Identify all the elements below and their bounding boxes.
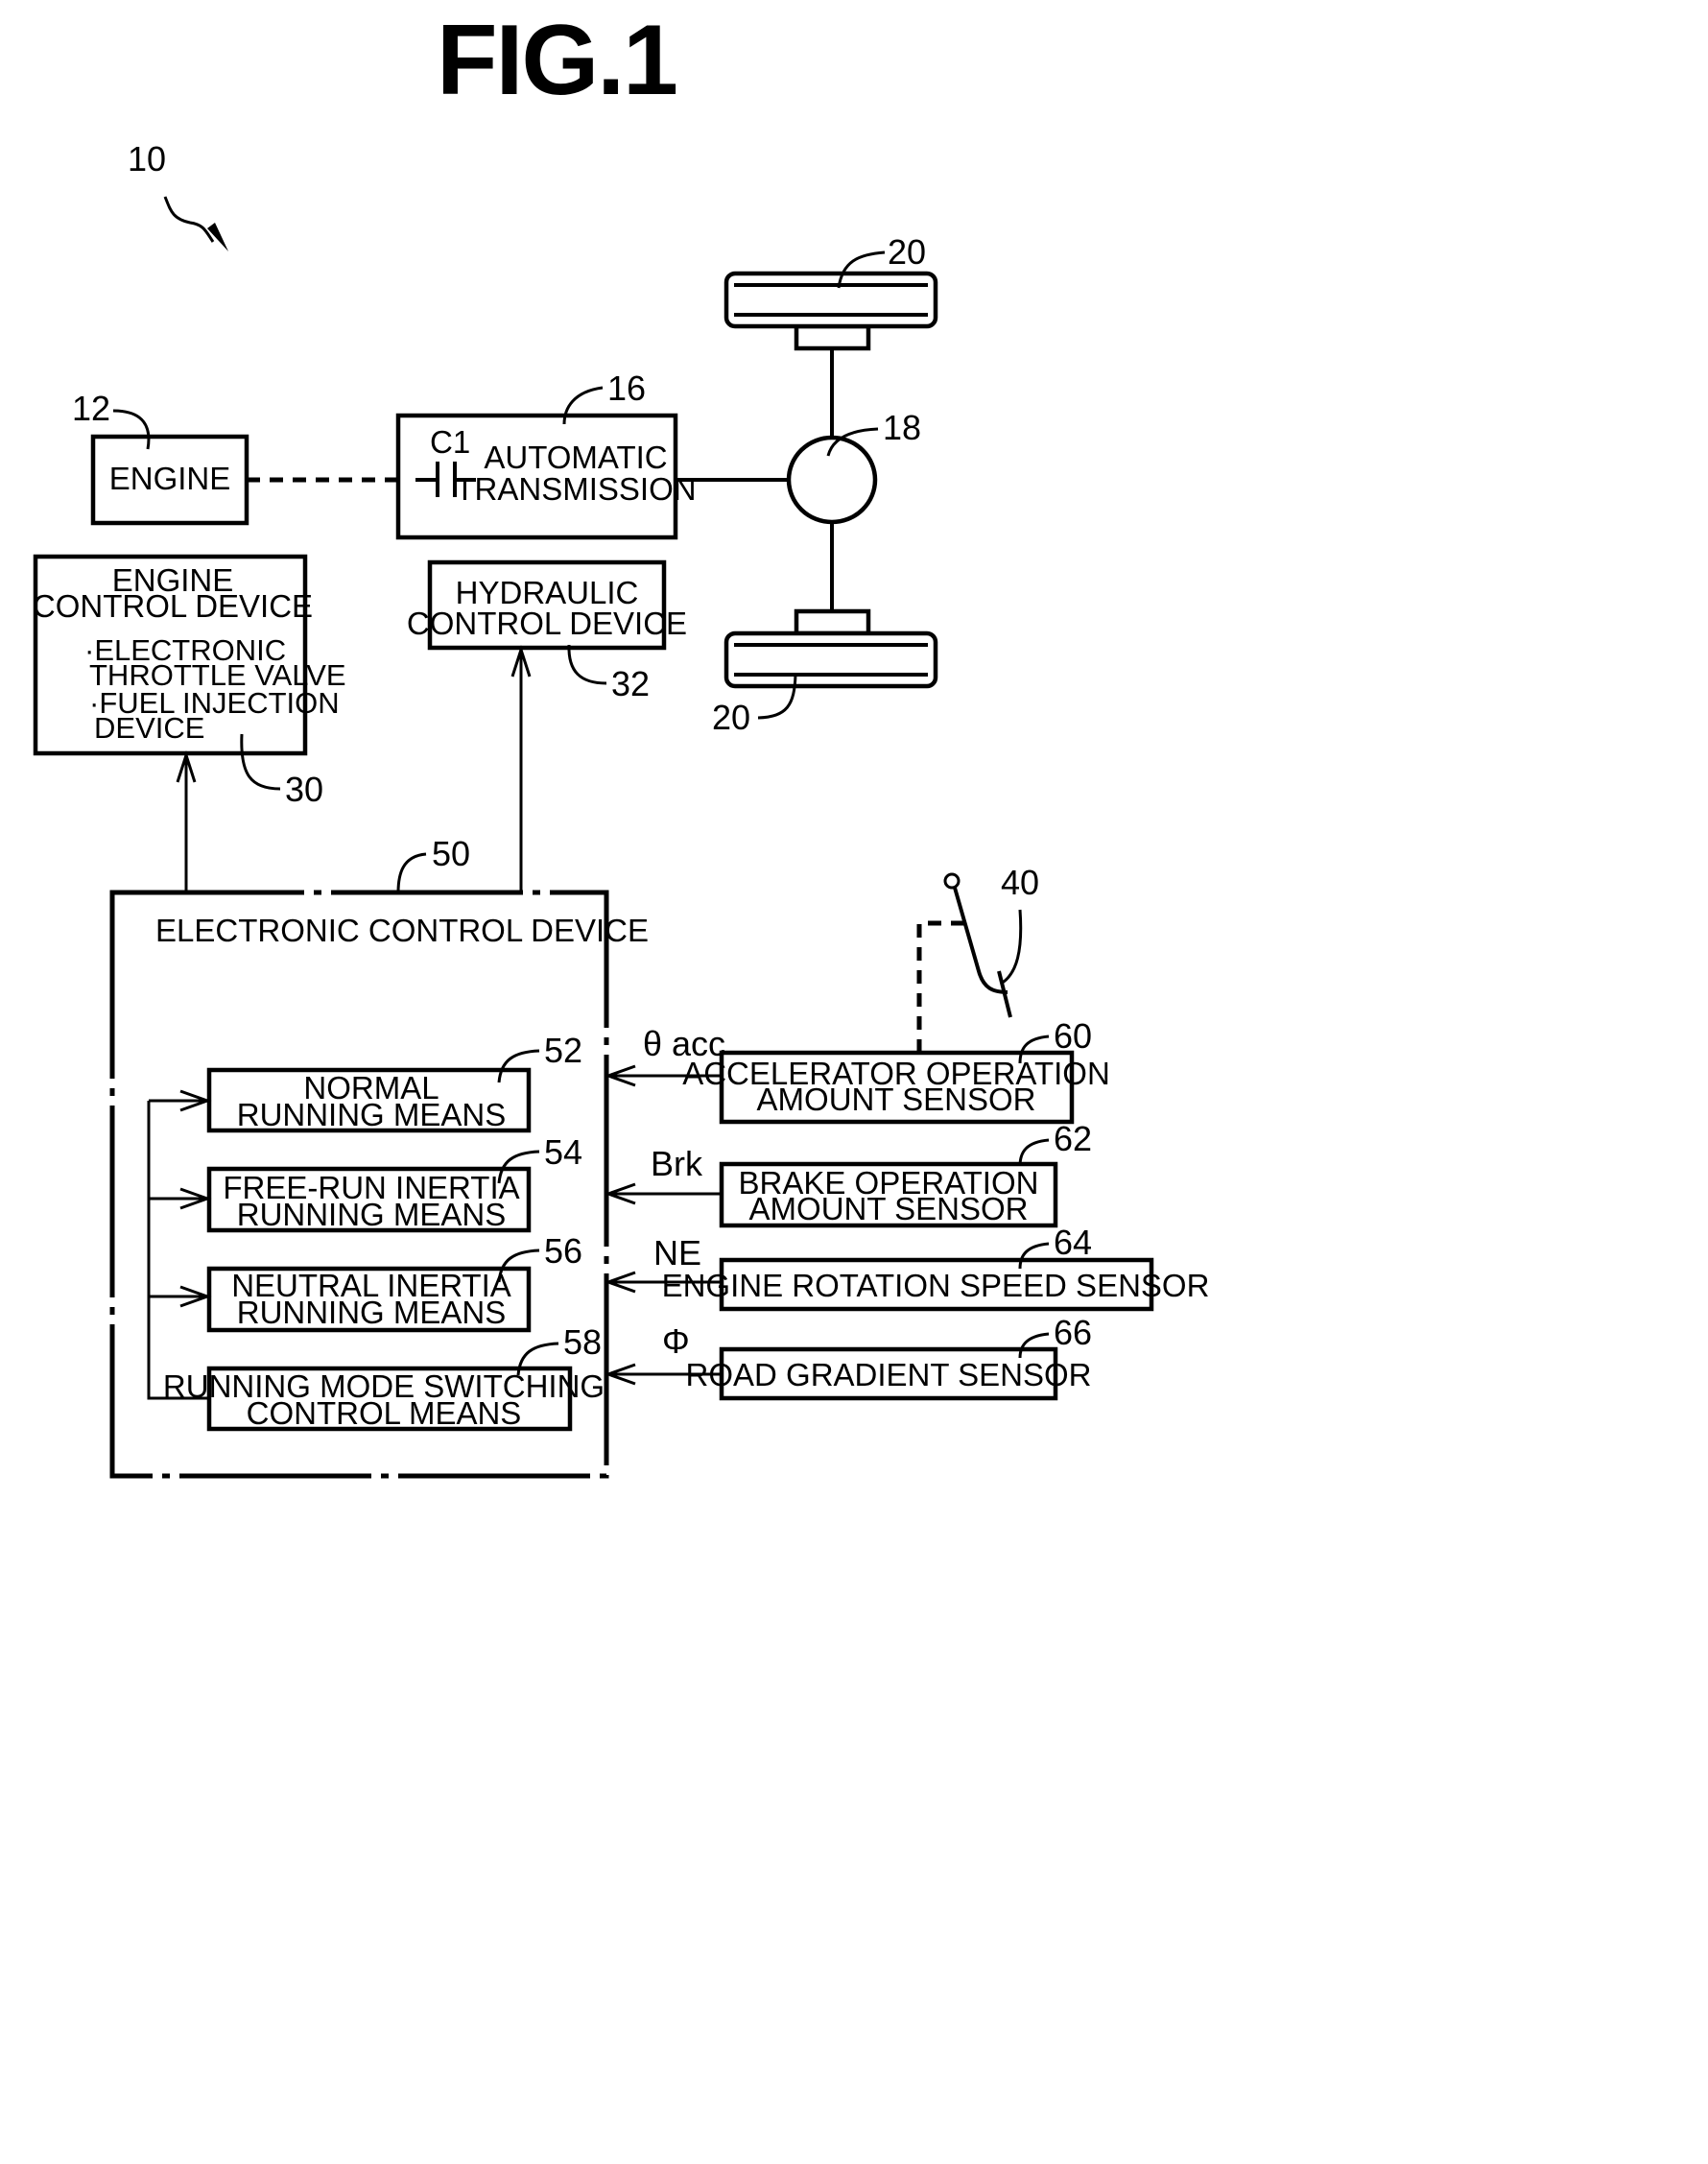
differential-gear [786,435,878,525]
system-reference: 10 [128,139,228,251]
ref-label-64: 64 [1054,1223,1092,1262]
squiggle-leader-icon [163,196,215,243]
sensor-block: ACCELERATOR OPERATION AMOUNT SENSOR 60 θ… [604,1016,1110,1125]
signal-label-brk: Brk [651,1144,703,1183]
transmission-label-line2: TRANSMISSION [455,471,696,507]
ref-label-54: 54 [544,1132,582,1172]
ref-label-50: 50 [432,834,470,873]
ref-label-58: 58 [563,1322,602,1362]
ref-label-52: 52 [544,1031,582,1070]
means-54-line2: RUNNING MEANS [237,1197,507,1232]
ref-label-16: 16 [607,369,646,408]
ref-label-62: 62 [1054,1119,1092,1158]
ecu-title: ELECTRONIC CONTROL DEVICE [155,913,649,948]
ref-label-40: 40 [1001,863,1039,902]
wheel-upper: 20 [724,232,938,351]
means-58-line2: CONTROL MEANS [247,1395,522,1431]
ref-label-10: 10 [128,139,166,178]
engine-control-device: ENGINE CONTROL DEVICE ·ELECTRONIC THROTT… [33,554,346,809]
engine-control-title-line2: CONTROL DEVICE [33,588,313,624]
sensor-60-line2: AMOUNT SENSOR [757,1082,1036,1117]
clutch-label: C1 [430,424,470,460]
fig1-block-diagram: FIG.1 10 ENGINE 12 C1 AUTOMATIC TRANSMIS… [33,5,1210,1479]
sensor-block: ROAD GRADIENT SENSOR 66 Φ [604,1313,1092,1401]
means-52-line2: RUNNING MEANS [237,1097,507,1132]
signal-label-theta-acc: θ acc [643,1024,725,1063]
ref-label-30: 30 [285,770,323,809]
transmission-label-line1: AUTOMATIC [484,440,667,475]
signal-label-phi: Φ [662,1321,690,1361]
sensor-block: ENGINE ROTATION SPEED SENSOR 64 NE [604,1223,1210,1312]
ref-label-32: 32 [611,664,650,703]
wheel-lower: 20 [712,608,938,737]
leader-line-50 [396,852,427,893]
ref-label-20-top: 20 [888,232,926,272]
leader-line-40 [1000,909,1023,986]
automatic-transmission-block: C1 AUTOMATIC TRANSMISSION 16 [395,369,697,540]
sensor-block: BRAKE OPERATION AMOUNT SENSOR 62 Brk [604,1119,1092,1228]
mode-switch-bus [147,1101,209,1400]
tire-lower [724,630,938,689]
means-56-line2: RUNNING MEANS [237,1295,507,1330]
sensor-62-line2: AMOUNT SENSOR [749,1191,1029,1226]
ref-label-56: 56 [544,1231,582,1271]
means-block: NORMAL RUNNING MEANS 52 [149,1031,582,1133]
means-block: RUNNING MODE SWITCHING CONTROL MEANS 58 [163,1322,605,1432]
sensor-64-line1: ENGINE ROTATION SPEED SENSOR [662,1268,1210,1303]
means-block: FREE-RUN INERTIA RUNNING MEANS 54 [149,1132,582,1233]
ref-label-18: 18 [883,408,921,447]
ref-label-20-bottom: 20 [712,698,750,737]
accelerator-pedal: 40 [916,863,1039,1053]
pedal-pivot-icon [943,872,961,890]
tire-upper [724,271,938,329]
means-block: NEUTRAL INERTIA RUNNING MEANS 56 [149,1231,582,1333]
wheel-hub-lower [794,608,871,636]
engine-block: ENGINE 12 [72,389,249,526]
pedal-sensor-dashed-link [916,920,966,1053]
hydraulic-control-device: HYDRAULIC CONTROL DEVICE 32 [407,559,687,703]
differential-block: 18 [786,348,921,611]
hydraulic-label-line2: CONTROL DEVICE [407,606,687,641]
ref-label-60: 60 [1054,1016,1092,1056]
ref-label-66: 66 [1054,1313,1092,1352]
wheel-hub-upper [794,323,871,351]
electronic-control-device: ELECTRONIC CONTROL DEVICE 50 NORMAL RUNN… [109,834,649,1479]
ref-label-12: 12 [72,389,110,428]
leader-line-32 [567,644,607,685]
engine-label: ENGINE [109,461,231,496]
engine-control-item2-line2: DEVICE [94,711,204,745]
signal-label-ne: NE [653,1233,701,1272]
sensor-66-line1: ROAD GRADIENT SENSOR [686,1357,1092,1392]
figure-title: FIG.1 [437,5,676,116]
